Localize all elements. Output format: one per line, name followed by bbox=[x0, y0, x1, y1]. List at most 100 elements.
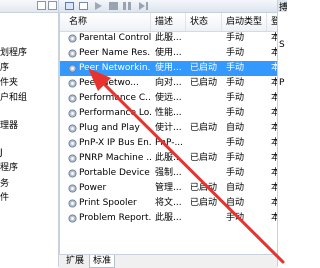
service-description: 将文... bbox=[155, 198, 182, 208]
service-description: 强制... bbox=[155, 168, 182, 178]
service-name: Peer Networkin... bbox=[79, 63, 151, 73]
tab-standard[interactable]: 标准 bbox=[89, 255, 116, 268]
service-row[interactable]: Performance Lo... 性能... 手动本 bbox=[60, 106, 279, 121]
service-startup-type: 手动 bbox=[226, 78, 245, 88]
service-row[interactable]: Plug and Play 使计... 已启动 自动本 bbox=[60, 121, 279, 136]
service-status: 已启动 bbox=[190, 63, 218, 73]
service-status bbox=[190, 106, 224, 121]
service-gear-icon bbox=[68, 79, 77, 88]
service-startup-type: 手动 bbox=[226, 93, 245, 103]
service-gear-icon bbox=[68, 94, 77, 103]
service-name: Performance C... bbox=[79, 93, 151, 103]
service-name: PnP-X IP Bus En... bbox=[79, 138, 151, 148]
service-name: Print Spooler bbox=[79, 198, 137, 208]
service-status bbox=[190, 136, 224, 151]
actions-panel: 搏 S P bbox=[277, 0, 287, 267]
service-name: Power bbox=[79, 183, 107, 193]
left-panel-header bbox=[0, 0, 58, 13]
service-gear-icon bbox=[68, 214, 77, 223]
actions-panel-header: 搏 bbox=[278, 0, 287, 13]
service-name: PNRP Machine ... bbox=[79, 153, 151, 163]
service-description: 使计... bbox=[155, 123, 182, 133]
tree-item[interactable]: 件 bbox=[0, 190, 9, 203]
pause-icon-bar bbox=[128, 2, 131, 10]
service-name: Problem Report... bbox=[79, 213, 151, 223]
column-header-startup-type[interactable]: 启动类型 bbox=[222, 13, 267, 31]
service-description: 管理... bbox=[155, 183, 182, 193]
service-name: Peer Netwo... bbox=[79, 78, 139, 88]
service-name: Peer Name Res... bbox=[79, 48, 151, 58]
actions-label-2[interactable]: P bbox=[279, 78, 284, 88]
service-gear-icon bbox=[68, 154, 77, 163]
service-row[interactable]: Peer Networkin... 使用... 已启动 手动本 bbox=[60, 61, 279, 76]
service-status: 已启动 bbox=[190, 123, 218, 133]
tab-extended[interactable]: 扩展 bbox=[63, 255, 88, 267]
service-row[interactable]: Problem Report... 此服... 手动本 bbox=[60, 211, 279, 226]
service-gear-icon bbox=[68, 169, 77, 178]
services-list[interactable]: 名称 描述 状态 启动类型 登 Parental Controls 此服... 手动… bbox=[59, 13, 280, 254]
service-gear-icon bbox=[68, 64, 77, 73]
service-status: 已启动 bbox=[190, 198, 218, 208]
tree-item[interactable]: 序 bbox=[0, 60, 9, 73]
service-startup-type: 手动 bbox=[226, 48, 245, 58]
tree-item[interactable]: 划程序 bbox=[0, 45, 27, 58]
service-gear-icon bbox=[68, 34, 77, 43]
service-row[interactable]: PNRP Machine ... 此服... 已启动 手动本 bbox=[60, 151, 279, 166]
service-startup-type: 手动 bbox=[226, 108, 245, 118]
service-status: 已启动 bbox=[190, 153, 218, 163]
service-description: PnP-... bbox=[155, 138, 184, 148]
service-status: 已启动 bbox=[190, 78, 218, 88]
actions-label-1: S bbox=[279, 40, 285, 50]
close-button[interactable] bbox=[48, 1, 57, 10]
service-row[interactable]: Portable Device ...强制...手动本 bbox=[60, 166, 279, 181]
service-startup-type: 手动 bbox=[226, 168, 245, 178]
start-icon[interactable] bbox=[95, 2, 102, 10]
service-row[interactable]: Performance C... 使远... 手动本 bbox=[60, 91, 279, 106]
service-gear-icon bbox=[68, 184, 77, 193]
restart-icon[interactable] bbox=[139, 2, 145, 10]
service-row[interactable]: Power 管理... 已启动 自动本 bbox=[60, 181, 279, 196]
service-startup-type: 自动 bbox=[226, 123, 245, 133]
help-icon[interactable] bbox=[65, 2, 74, 10]
tree-item[interactable]: 务 bbox=[0, 176, 9, 189]
service-gear-icon bbox=[68, 124, 77, 133]
service-startup-type: 自动 bbox=[226, 198, 245, 208]
column-header-name[interactable]: 名称 bbox=[65, 13, 151, 31]
service-row[interactable]: PnP-X IP Bus En... PnP-... 手动本 bbox=[60, 136, 279, 151]
tree-item[interactable]: 户和组 bbox=[0, 90, 27, 103]
service-row[interactable]: Peer Name Res... 使用... 手动本 bbox=[60, 46, 279, 61]
service-startup-type: 手动 bbox=[226, 138, 245, 148]
service-gear-icon bbox=[68, 139, 77, 148]
service-description: 使用... bbox=[155, 63, 182, 73]
stop-icon[interactable] bbox=[109, 2, 118, 10]
service-gear-icon bbox=[68, 49, 77, 58]
service-status: 已启动 bbox=[190, 183, 218, 193]
service-row[interactable]: Peer Netwo... 向对... 已启动 手动本 bbox=[60, 76, 279, 91]
properties-icon[interactable] bbox=[79, 2, 88, 10]
view-tabs: 扩展 标准 bbox=[59, 254, 277, 268]
left-nav-panel: 划程序序件夹户和组理器 J 程序务件 bbox=[0, 0, 59, 267]
tree-item[interactable]: 程序 bbox=[0, 160, 18, 173]
service-description: 此服... bbox=[155, 33, 182, 43]
service-name: Parental Controls bbox=[79, 33, 151, 43]
column-header-status[interactable]: 状态 bbox=[186, 13, 222, 31]
service-startup-type: 自动 bbox=[226, 183, 245, 193]
toolbar bbox=[59, 0, 277, 13]
service-row[interactable]: Print Spooler 将文... 已启动 自动本 bbox=[60, 196, 279, 211]
service-row[interactable]: Parental Controls 此服... 手动本 bbox=[60, 31, 279, 46]
service-description: 向对... bbox=[155, 78, 182, 88]
pause-icon[interactable] bbox=[123, 2, 126, 10]
tree-item[interactable]: 件夹 bbox=[0, 75, 18, 88]
service-status bbox=[190, 91, 224, 106]
service-name: Performance Lo... bbox=[79, 108, 151, 118]
service-gear-icon bbox=[68, 109, 77, 118]
collapse-button[interactable] bbox=[37, 1, 46, 10]
service-gear-icon bbox=[68, 199, 77, 208]
service-status bbox=[190, 31, 224, 46]
service-startup-type: 手动 bbox=[226, 33, 245, 43]
tree-item[interactable]: J bbox=[0, 148, 3, 158]
restart-icon-bar bbox=[146, 2, 148, 10]
tree-item[interactable]: 理器 bbox=[0, 118, 18, 131]
column-header-description[interactable]: 描述 bbox=[151, 13, 186, 31]
service-description: 使远... bbox=[155, 93, 182, 103]
